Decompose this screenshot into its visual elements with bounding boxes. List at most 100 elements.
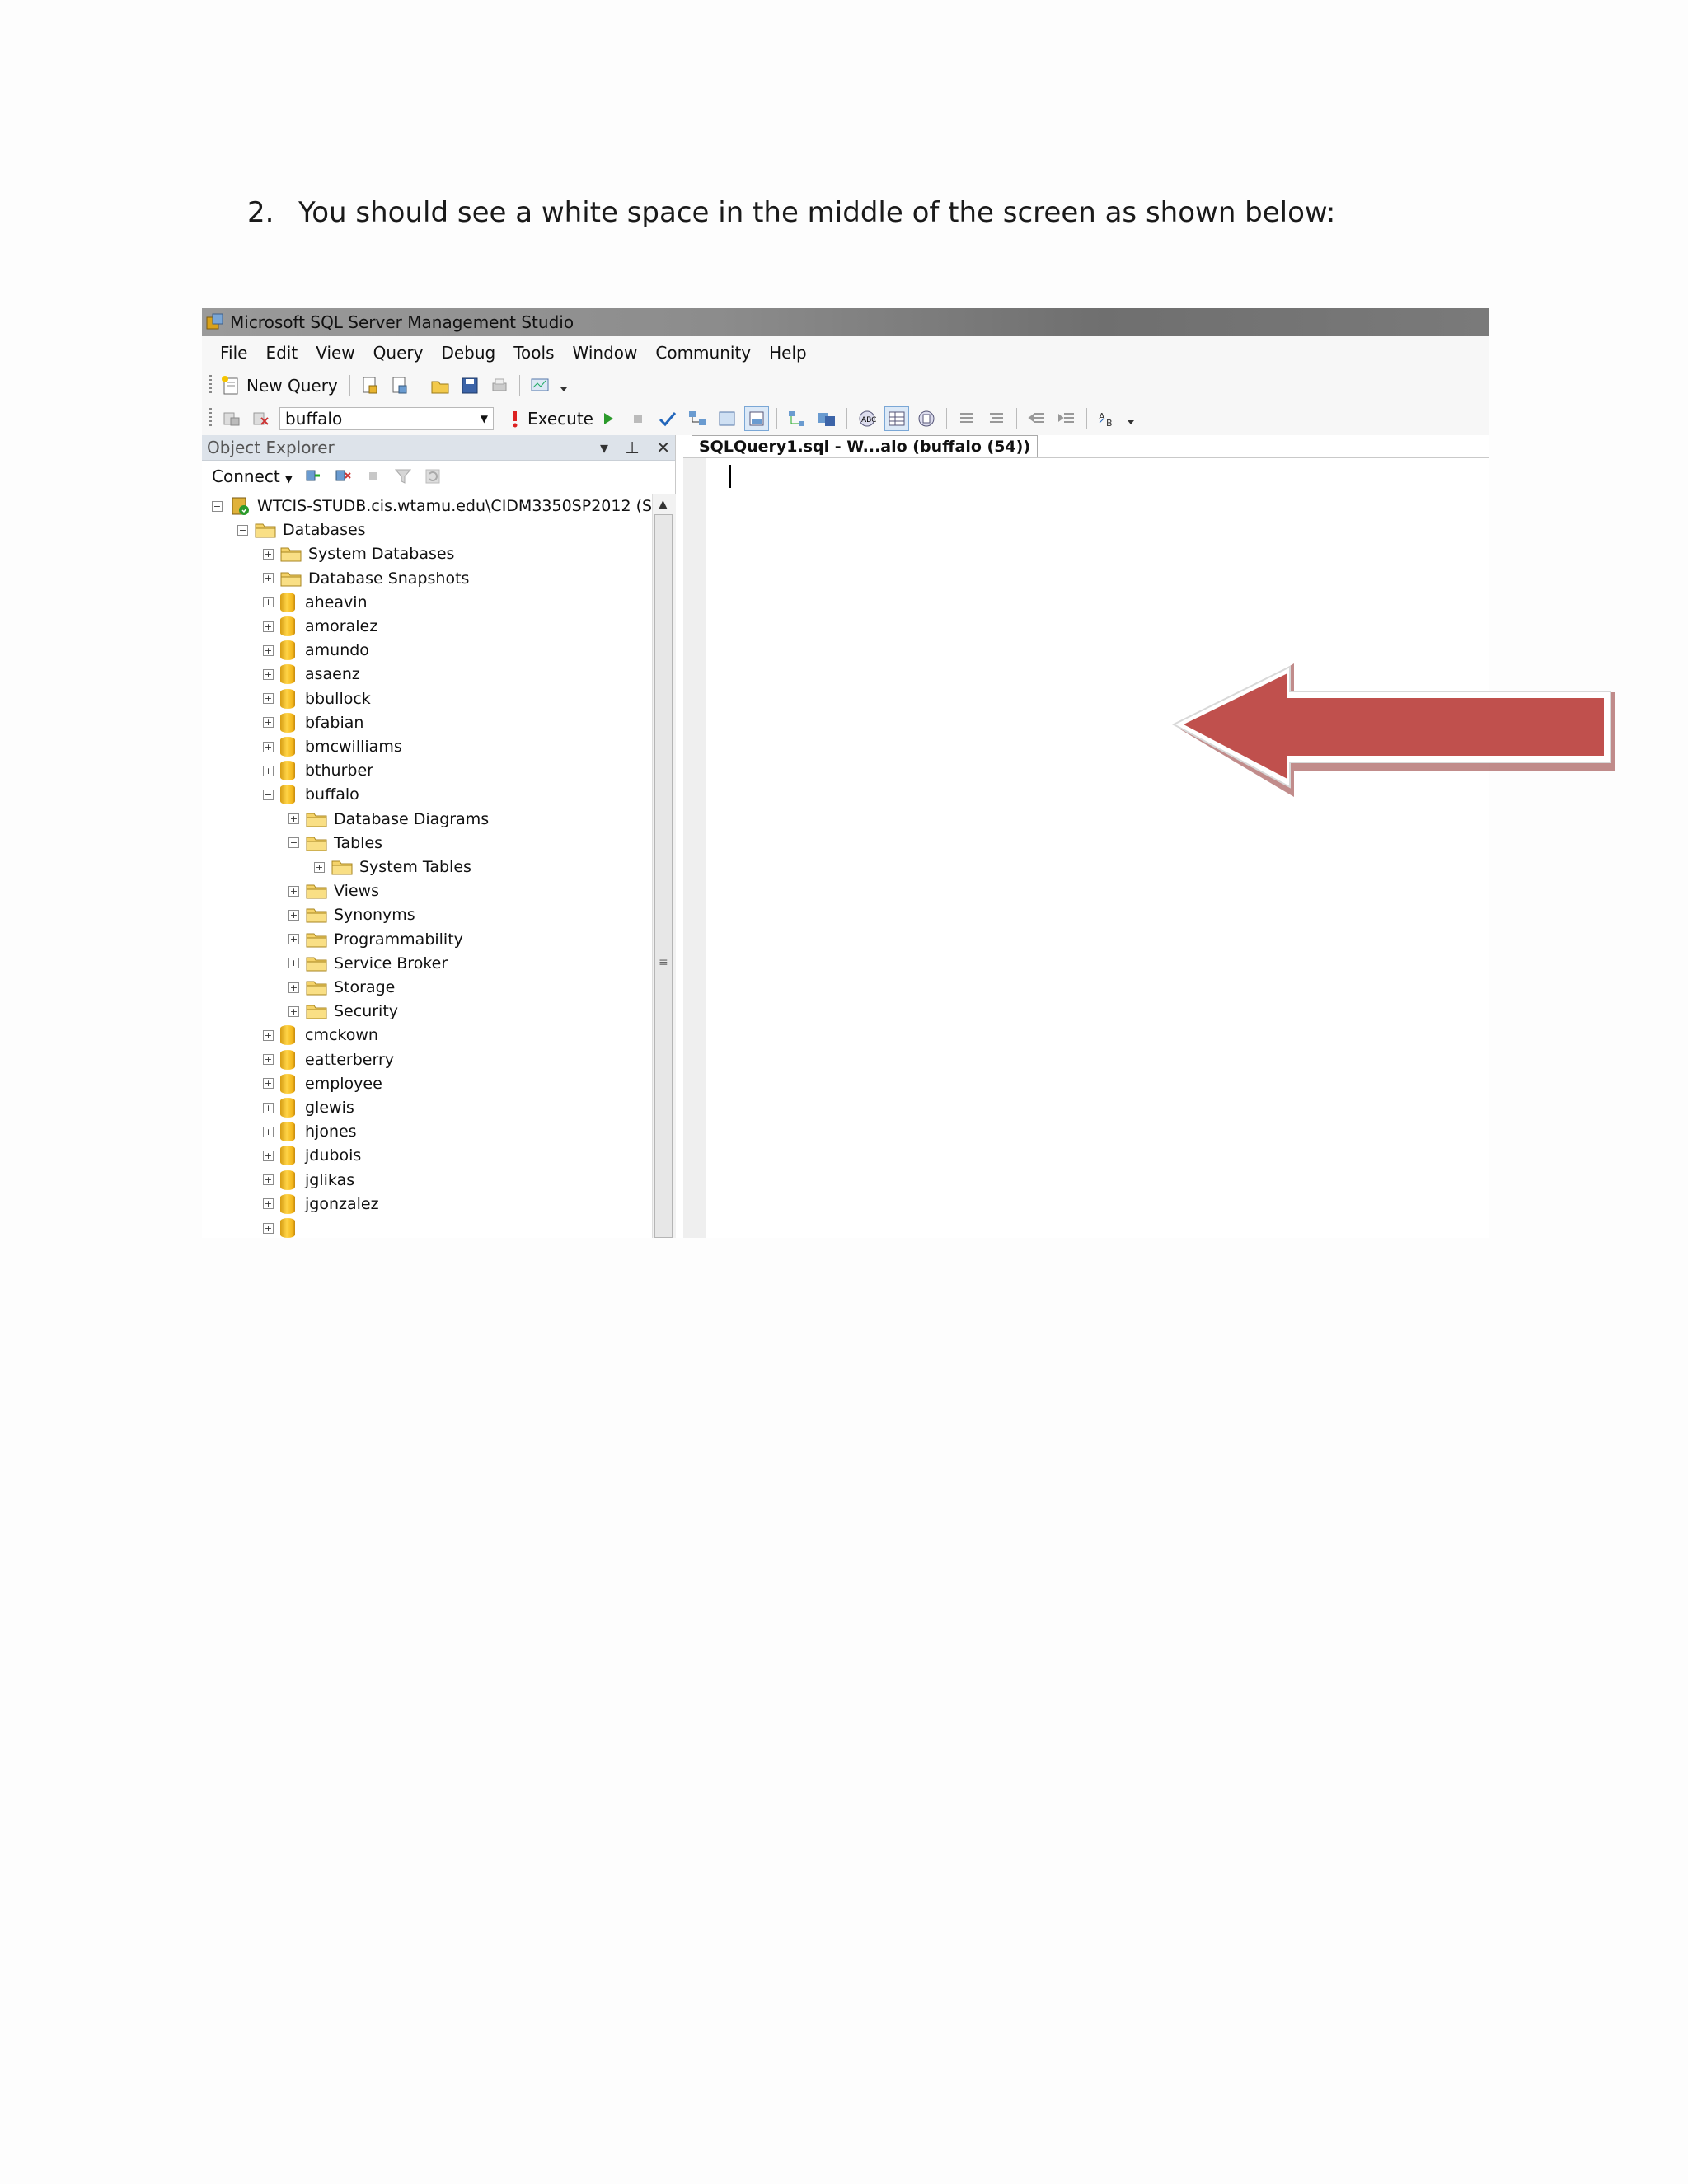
disconnect-icon[interactable] bbox=[250, 407, 273, 430]
uncomment-lines-icon[interactable] bbox=[985, 407, 1008, 430]
expand-icon[interactable]: + bbox=[263, 1078, 274, 1090]
print-icon[interactable] bbox=[488, 374, 511, 397]
display-plan-icon[interactable] bbox=[686, 407, 709, 430]
pin-icon[interactable]: ⊥ bbox=[625, 438, 639, 457]
tree-node-database[interactable]: + employee bbox=[263, 1072, 382, 1095]
filter-icon[interactable] bbox=[392, 465, 415, 488]
expand-icon[interactable]: + bbox=[263, 1198, 274, 1210]
tree-node-database[interactable]: + bthurber bbox=[263, 759, 373, 782]
specify-values-icon[interactable]: AB bbox=[1095, 407, 1118, 430]
expand-icon[interactable]: + bbox=[263, 741, 274, 752]
expand-icon[interactable]: + bbox=[263, 1222, 274, 1234]
close-icon[interactable]: ✕ bbox=[656, 438, 670, 457]
menu-view[interactable]: View bbox=[316, 343, 354, 363]
connect-icon[interactable] bbox=[220, 407, 243, 430]
tree-node-database-expanded[interactable]: − buffalo bbox=[263, 783, 359, 806]
expand-icon[interactable]: + bbox=[263, 573, 274, 584]
tree-node-folder[interactable]: + Database Diagrams bbox=[288, 808, 489, 831]
tree-node-folder[interactable]: + Database Snapshots bbox=[263, 567, 469, 590]
tree-node-folder[interactable]: + Views bbox=[288, 879, 379, 902]
expand-icon[interactable]: + bbox=[263, 644, 274, 656]
expand-icon[interactable]: + bbox=[263, 717, 274, 729]
tree-node-database[interactable]: + cmckown bbox=[263, 1024, 378, 1047]
database-engine-query-icon[interactable] bbox=[359, 374, 382, 397]
collapse-icon[interactable]: − bbox=[263, 789, 274, 800]
activity-monitor-icon[interactable] bbox=[528, 374, 551, 397]
menu-tools[interactable]: Tools bbox=[513, 343, 554, 363]
debug-play-icon[interactable] bbox=[597, 407, 620, 430]
expand-icon[interactable]: + bbox=[263, 621, 274, 632]
toolbar-grip[interactable] bbox=[209, 408, 212, 429]
tree-node-folder[interactable]: + System Databases bbox=[263, 542, 454, 565]
cancel-query-icon[interactable] bbox=[626, 407, 649, 430]
expand-icon[interactable]: + bbox=[263, 1054, 274, 1066]
connect-dropdown[interactable]: Connect ▼ bbox=[212, 466, 293, 486]
scrollbar-thumb[interactable] bbox=[654, 514, 673, 1238]
expand-icon[interactable]: + bbox=[288, 813, 299, 825]
tree-node-database[interactable]: + hjones bbox=[263, 1120, 357, 1143]
tree-node-folder[interactable]: + Service Broker bbox=[288, 952, 448, 975]
connect-server-icon[interactable] bbox=[302, 465, 326, 488]
scroll-up-icon[interactable]: ▲ bbox=[659, 498, 668, 511]
tree-node-folder[interactable]: + Security bbox=[288, 1000, 398, 1023]
query-editor[interactable]: SQLQuery1.sql - W...alo (buffalo (54)) bbox=[683, 435, 1489, 1238]
analysis-query-icon[interactable] bbox=[388, 374, 411, 397]
results-to-file-icon[interactable] bbox=[915, 407, 938, 430]
menu-help[interactable]: Help bbox=[769, 343, 807, 363]
expand-icon[interactable]: + bbox=[263, 1029, 274, 1041]
refresh-icon[interactable] bbox=[421, 465, 444, 488]
menu-edit[interactable]: Edit bbox=[265, 343, 298, 363]
menu-window[interactable]: Window bbox=[573, 343, 638, 363]
tree-node-folder[interactable]: + Programmability bbox=[288, 928, 463, 951]
tree-node-database[interactable]: + bfabian bbox=[263, 711, 363, 734]
tree-node-folder[interactable]: − Tables bbox=[288, 832, 382, 855]
execute-button[interactable]: Execute bbox=[509, 409, 593, 429]
tree-node-server[interactable]: − WTCIS-STUDB.cis.wtamu.edu\CIDM3350SP201… bbox=[212, 494, 652, 518]
collapse-icon[interactable]: − bbox=[237, 524, 248, 536]
expand-icon[interactable]: + bbox=[263, 1174, 274, 1186]
expand-icon[interactable]: + bbox=[263, 765, 274, 776]
tree-node-database[interactable]: + jgonzalez bbox=[263, 1193, 379, 1216]
tree-node-database-partial[interactable]: + bbox=[263, 1216, 305, 1238]
tree-node-folder[interactable]: + Synonyms bbox=[288, 903, 415, 926]
stop-icon[interactable] bbox=[362, 465, 385, 488]
tree-node-database[interactable]: + glewis bbox=[263, 1096, 354, 1119]
tree-node-database[interactable]: + amoralez bbox=[263, 615, 377, 638]
menu-query[interactable]: Query bbox=[373, 343, 424, 363]
available-databases-combo[interactable]: buffalo ▼ bbox=[279, 407, 494, 430]
tree-node-database[interactable]: + eatterberry bbox=[263, 1048, 394, 1071]
menu-debug[interactable]: Debug bbox=[441, 343, 495, 363]
tree-node-database[interactable]: + jglikas bbox=[263, 1169, 354, 1192]
tree-node-database[interactable]: + aheavin bbox=[263, 591, 368, 614]
expand-icon[interactable]: + bbox=[263, 1102, 274, 1113]
tree-node-database[interactable]: + bmcwilliams bbox=[263, 735, 402, 758]
expand-icon[interactable]: + bbox=[263, 668, 274, 680]
collapse-icon[interactable]: − bbox=[288, 837, 299, 849]
tree-node-databases[interactable]: − Databases bbox=[237, 518, 366, 541]
expand-icon[interactable]: + bbox=[263, 1126, 274, 1137]
tree-node-folder[interactable]: + System Tables bbox=[314, 855, 471, 879]
expand-icon[interactable]: + bbox=[263, 597, 274, 608]
parse-checkmark-icon[interactable] bbox=[656, 407, 679, 430]
toolbar-grip[interactable] bbox=[209, 375, 212, 396]
client-statistics-icon[interactable] bbox=[815, 407, 838, 430]
results-to-grid-icon[interactable] bbox=[743, 406, 769, 431]
tree-node-database[interactable]: + amundo bbox=[263, 639, 369, 662]
open-file-icon[interactable] bbox=[429, 374, 452, 397]
expand-icon[interactable]: + bbox=[263, 1150, 274, 1161]
tree-node-database[interactable]: + asaenz bbox=[263, 663, 360, 686]
query-tab[interactable]: SQLQuery1.sql - W...alo (buffalo (54)) bbox=[692, 435, 1038, 457]
window-position-icon[interactable]: ▾ bbox=[600, 438, 608, 457]
tree-node-folder[interactable]: + Storage bbox=[288, 976, 395, 999]
expand-icon[interactable]: + bbox=[288, 885, 299, 897]
results-to-text-icon[interactable]: ABC bbox=[856, 407, 879, 430]
expand-icon[interactable]: + bbox=[263, 548, 274, 560]
expand-icon[interactable]: + bbox=[288, 1005, 299, 1017]
save-icon[interactable] bbox=[458, 374, 481, 397]
tree-node-database[interactable]: + jdubois bbox=[263, 1144, 361, 1167]
expand-icon[interactable]: + bbox=[288, 909, 299, 921]
toolbar-overflow-icon[interactable] bbox=[558, 374, 570, 397]
expand-icon[interactable]: + bbox=[288, 982, 299, 993]
expand-icon[interactable]: + bbox=[288, 934, 299, 945]
menu-file[interactable]: File bbox=[220, 343, 247, 363]
